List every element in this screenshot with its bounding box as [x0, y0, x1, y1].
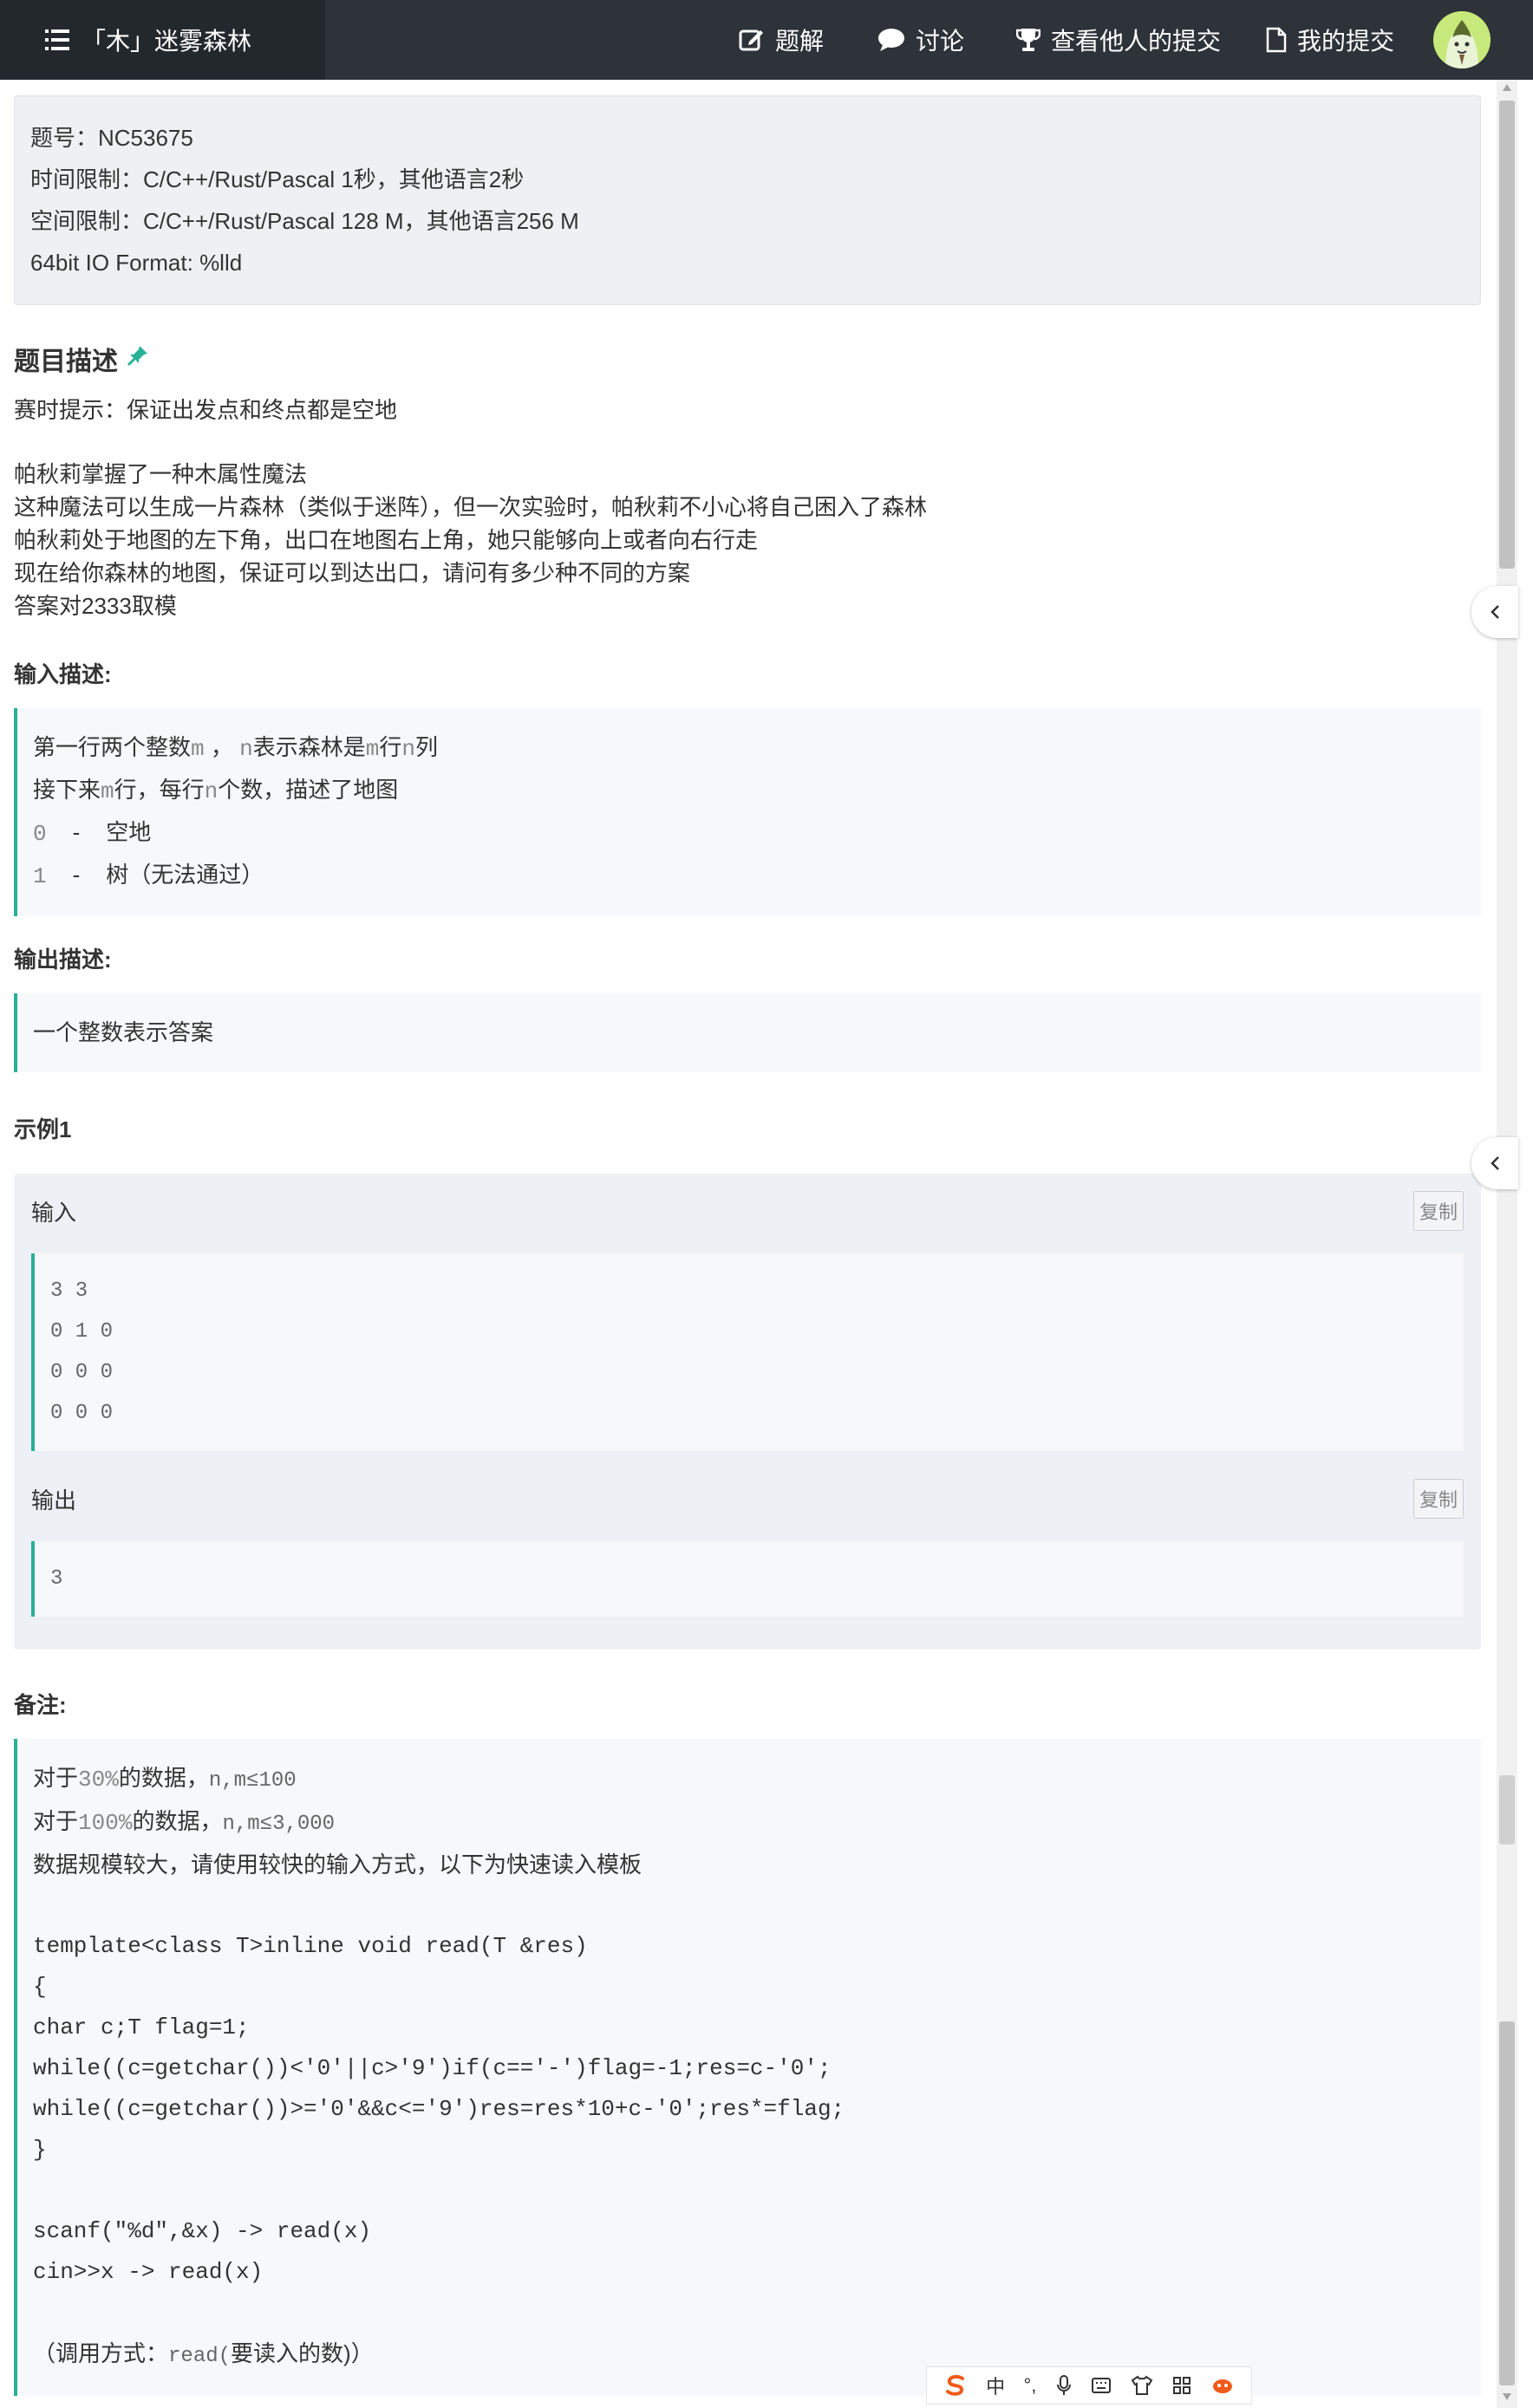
nav-others-submissions[interactable]: 查看他人的提交 — [1016, 0, 1221, 80]
description-line: 答案对2333取模 — [14, 593, 177, 619]
input-description: 第一行两个整数m ， n表示森林是m行n列 接下来m行，每行n个数，描述了地图 … — [14, 708, 1481, 916]
nav-discuss[interactable]: 讨论 — [877, 0, 964, 80]
nav-my-submissions[interactable]: 我的提交 — [1266, 0, 1394, 80]
output-line: 一个整数表示答案 — [33, 1019, 214, 1045]
copy-input-button[interactable]: 复制 — [1412, 1191, 1464, 1231]
template-code-line: while((c=getchar())<'0'||c>'9')if(c=='-'… — [33, 2055, 832, 2081]
template-code-line: } — [33, 2137, 47, 2163]
template-code-line: template<class T>inline void read(T &res… — [33, 1933, 588, 1959]
template-code-line: char c;T flag=1; — [33, 2014, 250, 2040]
description-line: 帕秋莉处于地图的左下角，出口在地图右上角，她只能够向上或者向右行走 — [14, 527, 759, 553]
copy-output-button[interactable]: 复制 — [1412, 1479, 1464, 1519]
sogou-logo-icon[interactable] — [943, 2373, 968, 2398]
code-line: 0 0 0 — [50, 1402, 114, 1425]
keyboard-icon[interactable] — [1091, 2376, 1112, 2395]
sample-output-label: 输出 — [31, 1487, 77, 1513]
file-icon — [1266, 27, 1287, 53]
description-line: 这种魔法可以生成一片森林（类似于迷阵），但一次实验时，帕秋莉不小心将自己困入了森… — [14, 494, 928, 520]
notes-line: 对于30%的数据，n,m≤100 — [33, 1765, 297, 1793]
description-line: 帕秋莉掌握了一种木属性魔法 — [14, 461, 308, 487]
notes-line: 对于100%的数据，n,m≤3,000 — [33, 1808, 336, 1836]
scrollbar-segment[interactable] — [1499, 2021, 1515, 2385]
problem-meta: 题号：NC53675 时间限制：C/C++/Rust/Pascal 1秒，其他语… — [14, 95, 1481, 305]
usage-code-line: cin>>x -> read(x) — [33, 2259, 264, 2285]
input-heading: 输入描述: — [14, 661, 112, 687]
chevron-left-icon — [1491, 1156, 1499, 1170]
ime-toolbar: 中 °, — [926, 2366, 1252, 2405]
edit-icon — [739, 27, 765, 53]
input-line: 1- 树（无法通过） — [33, 862, 264, 889]
pin-icon[interactable] — [127, 344, 149, 374]
nav-solutions[interactable]: 题解 — [739, 0, 824, 80]
top-nav-bar: 「木」迷雾森林 题解 讨论 查看他人的提交 我的提交 — [0, 0, 1533, 80]
microphone-icon[interactable] — [1055, 2374, 1073, 2397]
sample-heading: 示例1 — [14, 1116, 72, 1142]
space-limit: 空间限制：C/C++/Rust/Pascal 128 M，其他语言256 M — [30, 208, 579, 234]
usage-code-line: scanf("%d",&x) -> read(x) — [33, 2218, 372, 2244]
io-format: 64bit IO Format: %lld — [30, 250, 243, 276]
template-code-line: { — [33, 1974, 47, 2000]
comment-icon — [877, 28, 905, 52]
sample-input-label: 输入 — [31, 1199, 77, 1226]
ime-punct-toggle[interactable]: °, — [1023, 2374, 1036, 2397]
nav-others-submissions-label: 查看他人的提交 — [1051, 28, 1222, 55]
trophy-icon — [1016, 27, 1040, 53]
code-line: 3 3 — [50, 1279, 88, 1303]
list-icon — [45, 29, 69, 50]
sample-input-code: 3 3 0 1 0 0 0 0 0 0 0 — [31, 1253, 1464, 1451]
nav-solutions-label: 题解 — [775, 28, 825, 55]
output-description: 一个整数表示答案 — [14, 993, 1481, 1072]
scrollbar-segment[interactable] — [1499, 1775, 1515, 1845]
notes-line: 数据规模较大，请使用较快的输入方式，以下为快速读入模板 — [33, 1852, 643, 1878]
problem-title-tab[interactable]: 「木」迷雾森林 — [0, 0, 325, 80]
problem-title: 「木」迷雾森林 — [82, 28, 252, 55]
chevron-left-icon — [1491, 605, 1499, 619]
description-line: 现在给你森林的地图，保证可以到达出口，请问有多少种不同的方案 — [14, 560, 691, 586]
code-line: 3 — [50, 1567, 63, 1591]
user-avatar[interactable] — [1433, 11, 1491, 68]
notes-body: 对于30%的数据，n,m≤100 对于100%的数据，n,m≤3,000 数据规… — [14, 1739, 1481, 2396]
problem-content: 题号：NC53675 时间限制：C/C++/Rust/Pascal 1秒，其他语… — [14, 95, 1481, 2396]
template-code-line: while((c=getchar())>='0'&&c<='9')res=res… — [33, 2096, 845, 2122]
grid-apps-icon[interactable] — [1171, 2375, 1192, 2396]
skin-shirt-icon[interactable] — [1131, 2375, 1153, 2396]
ime-lang-toggle[interactable]: 中 — [986, 2372, 1005, 2399]
input-line: 0- 空地 — [33, 819, 152, 847]
code-line: 0 0 0 — [50, 1361, 114, 1384]
time-limit: 时间限制：C/C++/Rust/Pascal 1秒，其他语言2秒 — [30, 166, 525, 192]
input-line: 接下来m行，每行n个数，描述了地图 — [33, 777, 399, 804]
description-title: 题目描述 — [14, 348, 118, 376]
scroll-down-arrow-icon[interactable] — [1502, 2392, 1512, 2401]
scroll-up-arrow-icon[interactable] — [1502, 83, 1512, 92]
side-panel-toggle[interactable] — [1471, 1137, 1518, 1189]
page-scrollbar[interactable] — [1497, 80, 1517, 2408]
sample-output-header: 输出 复制 — [31, 1477, 1464, 1520]
problem-id: 题号：NC53675 — [30, 125, 193, 151]
scrollbar-thumb[interactable] — [1499, 101, 1515, 569]
output-heading: 输出描述: — [14, 947, 112, 973]
sample-output-code: 3 — [31, 1541, 1464, 1617]
mascot-icon[interactable] — [1210, 2375, 1235, 2396]
side-panel-toggle[interactable] — [1471, 586, 1518, 638]
input-line: 第一行两个整数m ， n表示森林是m行n列 — [33, 734, 438, 762]
description-heading: 题目描述 — [14, 340, 1481, 378]
notes-heading: 备注: — [14, 1692, 67, 1718]
nav-discuss-label: 讨论 — [916, 28, 965, 55]
sample-input-header: 输入 复制 — [31, 1189, 1464, 1233]
description-body: 帕秋莉掌握了一种木属性魔法 这种魔法可以生成一片森林（类似于迷阵），但一次实验时… — [14, 458, 1481, 622]
sample-box: 输入 复制 3 3 0 1 0 0 0 0 0 0 0 输出 复制 3 — [14, 1174, 1481, 1650]
contest-hint: 赛时提示：保证出发点和终点都是空地 — [14, 397, 398, 423]
code-line: 0 1 0 — [50, 1320, 114, 1344]
nav-my-submissions-label: 我的提交 — [1297, 28, 1395, 55]
